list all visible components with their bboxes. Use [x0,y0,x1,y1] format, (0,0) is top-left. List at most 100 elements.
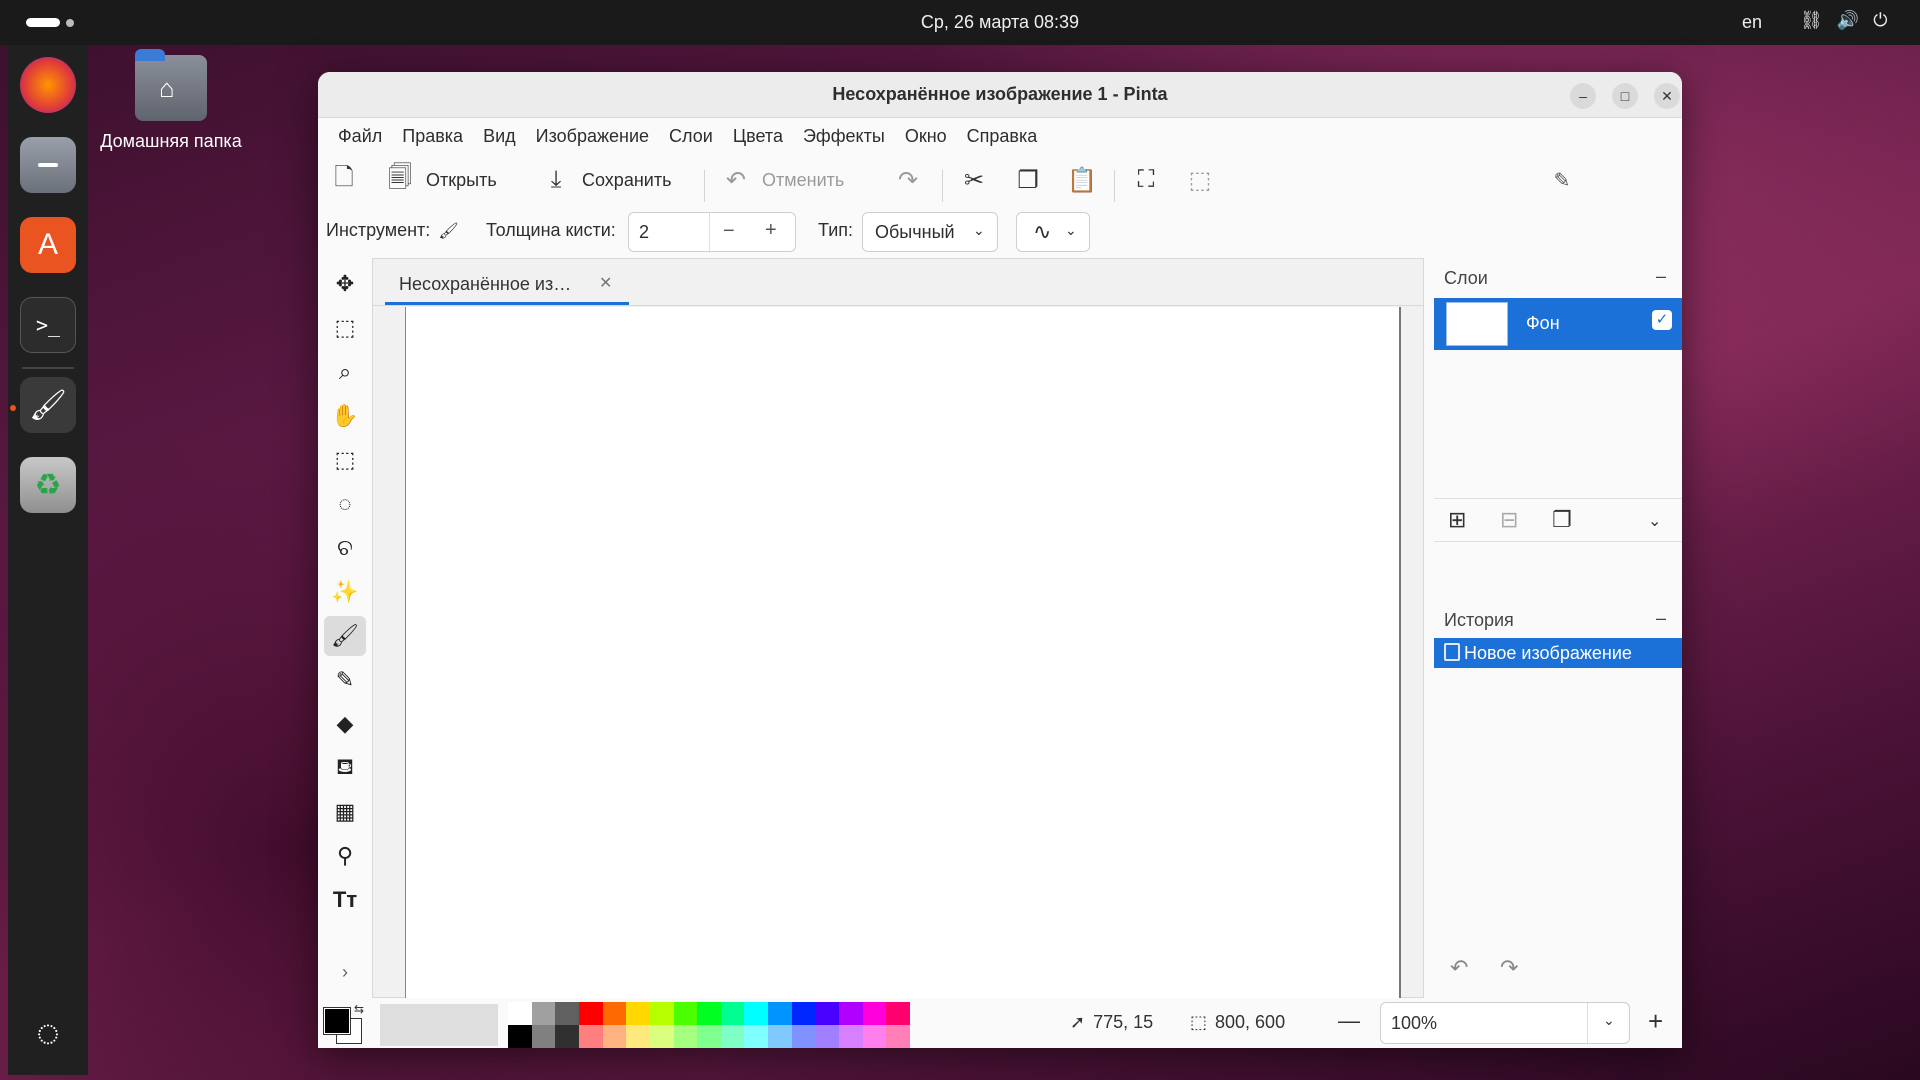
decrease-width-button[interactable]: − [723,220,735,243]
lasso-select-tool[interactable]: ଚ [324,528,366,568]
collapse-history-button[interactable]: – [1656,608,1666,629]
zoom-tool[interactable]: ⌕ [324,352,366,392]
palette-swatch[interactable] [720,1002,745,1025]
zoom-value[interactable]: 100% [1391,1013,1437,1034]
clock[interactable]: Ср, 26 марта 08:39 [0,12,1920,33]
palette-swatch[interactable] [886,1025,910,1048]
new-image-button[interactable]: 🗋 [328,164,360,196]
add-layer-icon[interactable]: ⊞ [1448,507,1466,533]
swap-colors-icon[interactable]: ⇆ [354,1002,364,1016]
paste-button[interactable]: 📋 [1066,164,1098,196]
copy-button[interactable]: ❐ [1012,164,1044,196]
layer-visibility-checkbox[interactable]: ✓ [1652,310,1672,330]
close-button[interactable]: ✕ [1654,83,1680,109]
palette-swatch[interactable] [791,1002,816,1025]
zoom-combobox[interactable]: 100% ⌄ [1380,1002,1630,1044]
paintbrush-tool[interactable]: 🖌 [324,616,366,656]
document-tab[interactable]: Несохранённое из… ✕ [385,265,629,305]
delete-layer-icon[interactable]: ⊟ [1500,507,1518,533]
menu-image[interactable]: Изображение [526,118,659,154]
menu-adjustments[interactable]: Цвета [723,118,793,154]
layer-menu-chevron-icon[interactable]: ⌄ [1648,511,1661,531]
palette-swatch[interactable] [649,1025,674,1048]
layer-item[interactable]: Фон ✓ [1434,298,1682,350]
palette-swatch[interactable] [602,1002,627,1025]
paint-bucket-tool[interactable]: ⛾ [324,748,366,788]
palette-swatch[interactable] [531,1002,556,1025]
expand-tools-button[interactable]: › [324,952,366,992]
minimize-button[interactable]: – [1570,83,1596,109]
palette-swatch[interactable] [791,1025,816,1048]
eraser-tool[interactable]: ◆ [324,704,366,744]
gradient-tool[interactable]: ▦ [324,792,366,832]
palette-swatch[interactable] [578,1025,603,1048]
palette-swatch[interactable] [768,1002,792,1025]
palette-swatch[interactable] [839,1002,863,1025]
pencil-tool[interactable]: ✎ [324,660,366,700]
collapse-layers-button[interactable]: – [1656,266,1666,287]
home-folder-desktop-icon[interactable]: ⌂ Домашняя папка [96,49,246,152]
palette-swatch[interactable] [555,1025,579,1048]
save-button[interactable]: ⤓ Сохранить [540,164,672,196]
palette-swatch[interactable] [531,1025,556,1048]
palette-swatch[interactable] [602,1025,627,1048]
menu-layers[interactable]: Слои [659,118,723,154]
palette-swatch[interactable] [673,1025,698,1048]
increase-width-button[interactable]: + [765,219,777,242]
menu-file[interactable]: Файл [328,118,392,154]
color-picker-tool[interactable]: ⚲ [324,836,366,876]
type-dropdown[interactable]: Обычный ⌄ [862,212,998,252]
redo-button[interactable]: ↷ [892,164,924,196]
palette-swatch[interactable] [673,1002,698,1025]
menu-view[interactable]: Вид [473,118,526,154]
main-menu-button[interactable]: ✎ [1546,164,1578,196]
palette-swatch[interactable] [862,1025,887,1048]
crop-button[interactable]: ⛶ [1130,164,1162,196]
files-icon[interactable] [20,137,76,193]
palette-swatch[interactable] [720,1025,745,1048]
text-tool[interactable]: Tт [324,880,366,920]
palette-swatch[interactable] [815,1025,840,1048]
primary-color[interactable] [323,1007,351,1035]
cut-button[interactable]: ✂ [958,164,990,196]
terminal-icon[interactable]: >_ [20,297,76,353]
palette-swatch[interactable] [744,1025,769,1048]
palette-swatch[interactable] [626,1025,650,1048]
move-selection-tool[interactable]: ⬚ [324,308,366,348]
language-indicator[interactable]: en [1742,12,1762,33]
zoom-out-button[interactable]: — [1338,1008,1360,1034]
color-swatch-widget[interactable]: ⇆ [322,1002,366,1046]
open-button[interactable]: 🗐 Открыть [384,164,497,196]
palette-swatch[interactable] [697,1002,721,1025]
maximize-button[interactable]: □ [1612,83,1638,109]
zoom-in-button[interactable]: + [1648,1006,1663,1037]
close-tab-icon[interactable]: ✕ [599,273,612,293]
ellipse-select-tool[interactable]: ◌ [324,484,366,524]
palette-swatch[interactable] [649,1002,674,1025]
magic-wand-tool[interactable]: ✨ [324,572,366,612]
undo-button[interactable]: ↶ Отменить [720,164,844,196]
palette-swatch[interactable] [626,1002,650,1025]
history-item[interactable]: Новое изображение [1434,638,1682,668]
trash-icon[interactable]: ♻ [20,457,76,513]
palette-swatch[interactable] [508,1025,532,1048]
palette-swatch[interactable] [744,1002,769,1025]
menu-edit[interactable]: Правка [392,118,473,154]
palette-swatch[interactable] [862,1002,887,1025]
palette-swatch[interactable] [815,1002,840,1025]
app-center-icon[interactable]: A [20,217,76,273]
rectangle-select-tool[interactable]: ⬚ [324,440,366,480]
history-undo-icon[interactable]: ↶ [1450,955,1468,981]
pan-tool[interactable]: ✋ [324,396,366,436]
menu-window[interactable]: Окно [895,118,957,154]
pinta-icon[interactable]: 🖌 [20,377,76,433]
palette-swatch[interactable] [697,1025,721,1048]
palette-swatch[interactable] [839,1025,863,1048]
move-selected-tool[interactable]: ✥ [324,264,366,304]
image-canvas[interactable] [405,307,1401,999]
brush-width-input[interactable]: 2 [639,222,649,243]
firefox-icon[interactable] [20,57,76,113]
deselect-button[interactable]: ⬚ [1184,164,1216,196]
palette-swatch[interactable] [886,1002,910,1025]
menu-help[interactable]: Справка [957,118,1048,154]
